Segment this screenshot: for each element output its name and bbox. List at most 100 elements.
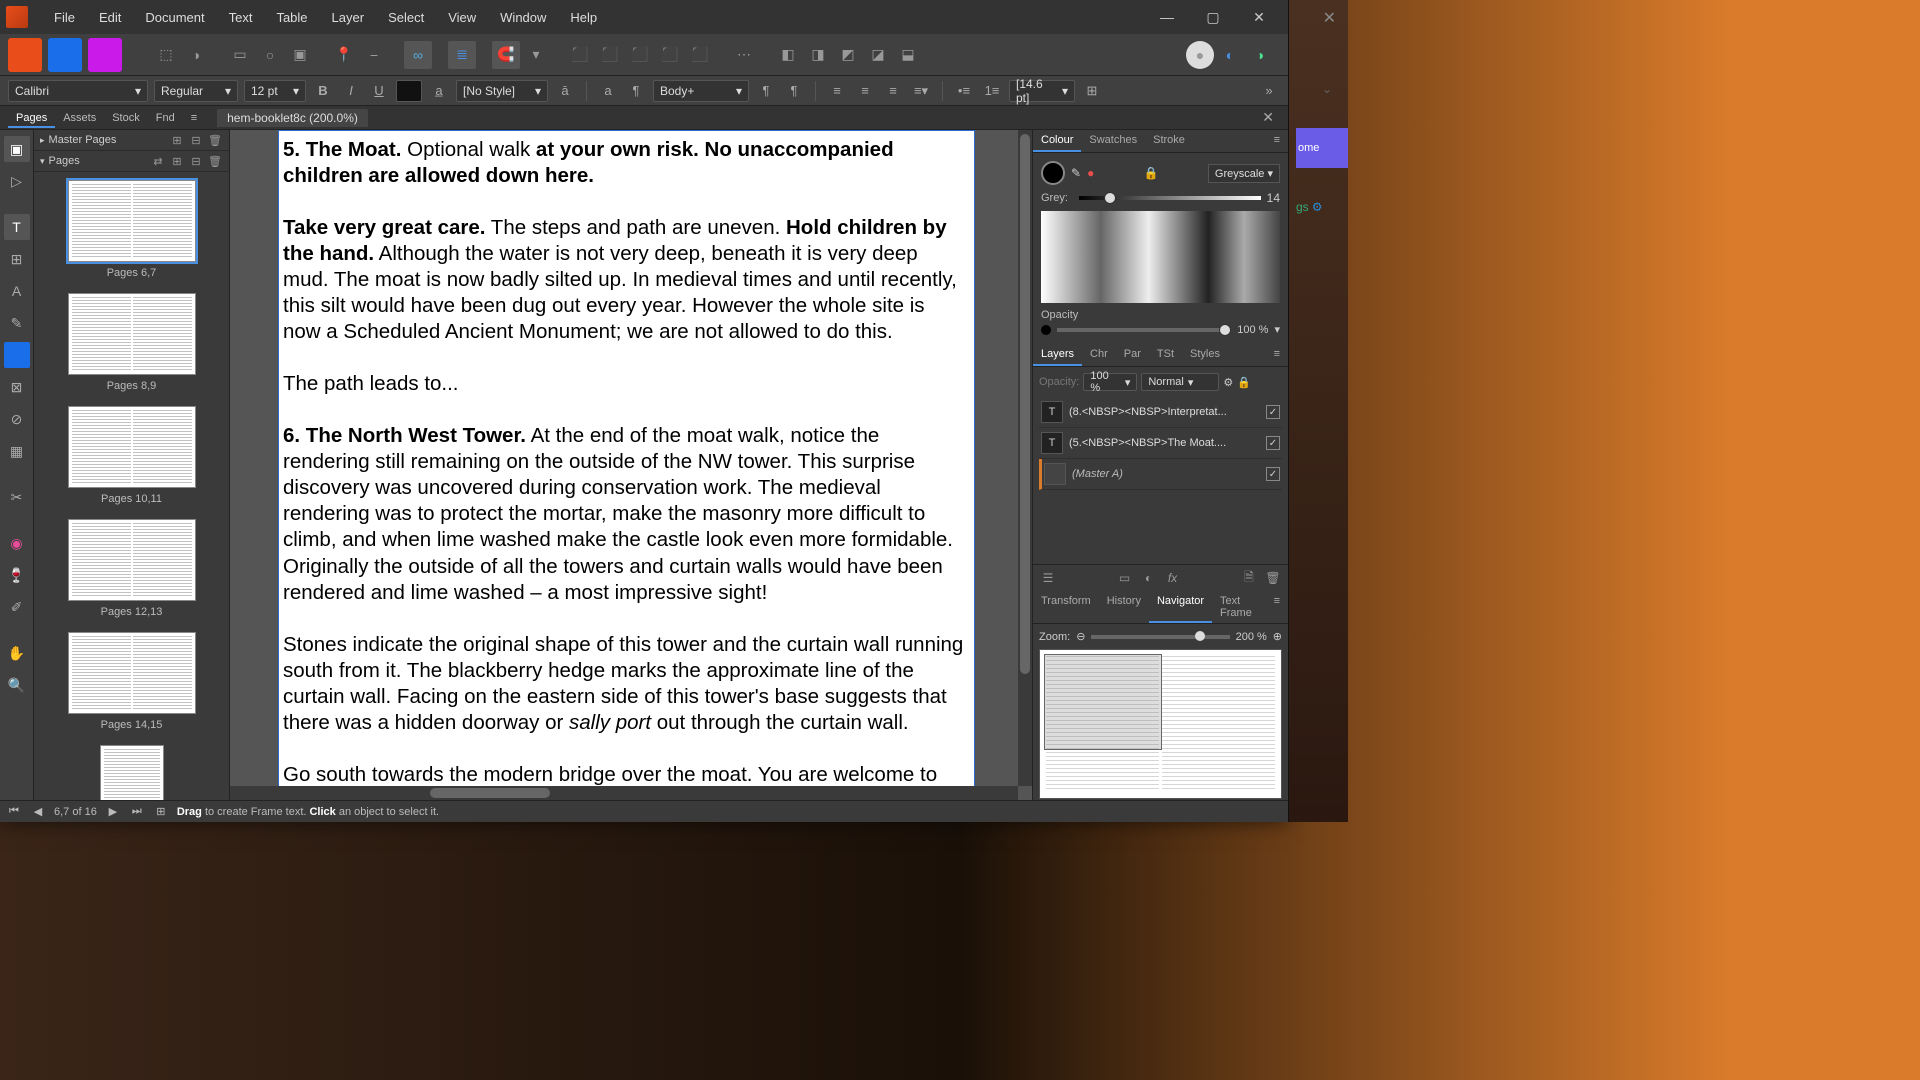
text-frame-page-6[interactable]: 5. The Moat. Optional walk at your own r… [278,130,975,786]
tab-colour[interactable]: Colour [1033,130,1081,152]
tab-paragraph[interactable]: Par [1116,344,1149,366]
page-thumb-8-9[interactable]: Pages 8,9 [40,293,223,392]
minimize-button[interactable]: — [1144,0,1190,34]
italic-icon[interactable]: I [340,80,362,102]
table-tool-icon[interactable]: ⊞ [4,246,30,272]
leading-select[interactable]: [14.6 pt]▾ [1009,80,1075,102]
layer-opacity-select[interactable]: 100 %▾ [1083,373,1137,391]
underline-icon[interactable]: U [368,80,390,102]
opacity-slider[interactable]: 100 % ▾ [1041,323,1280,336]
wrap-icon[interactable]: ○ [256,41,284,69]
spread-setup-icon[interactable]: ⇄ [150,153,166,169]
maximize-button[interactable]: ▢ [1190,0,1236,34]
edit-layers-icon[interactable]: ☰ [1039,569,1057,587]
snapping-icon[interactable]: 🧲 [492,41,520,69]
color-picker-tool-icon[interactable]: ✐ [4,594,30,620]
bleed-mode-icon[interactable]: ◑ [1246,41,1274,69]
number-list-icon[interactable]: 1≡ [981,80,1003,102]
opacity-value[interactable]: 100 % [1237,324,1268,336]
canvas[interactable]: 5. The Moat. Optional walk at your own r… [230,130,1032,800]
first-page-icon[interactable]: ⏮ [6,805,22,818]
menu-window[interactable]: Window [488,10,558,25]
layer-visible-checkbox[interactable]: ✓ [1266,405,1280,419]
menu-text[interactable]: Text [217,10,265,25]
artistic-text-tool-icon[interactable]: A [4,278,30,304]
chevron-down-icon[interactable]: ⌄ [1322,82,1332,96]
affinity-designer-icon[interactable] [48,38,82,72]
align-left-icon[interactable]: ⬛ [566,41,594,69]
arrange-back-icon[interactable]: ⬚ [152,41,180,69]
tab-styles[interactable]: Styles [1182,344,1228,366]
boolean-xor-icon[interactable]: ◪ [864,41,892,69]
master-pages-header[interactable]: ▸ Master Pages ⊞ ⊟ 🗑 [34,130,229,151]
clip-mode-icon[interactable]: ◐ [1216,41,1244,69]
page-thumb-12-13[interactable]: Pages 12,13 [40,519,223,618]
document-close-icon[interactable]: ✕ [1256,109,1280,126]
pan-tool-icon[interactable]: ✋ [4,640,30,666]
paragraph-panel-icon[interactable]: a [597,80,619,102]
arrange-forward-icon[interactable]: ◑ [182,41,210,69]
frame-text-tool-icon[interactable]: T [4,214,30,240]
menu-layer[interactable]: Layer [320,10,377,25]
typography-icon[interactable]: ā [554,80,576,102]
document-tab[interactable]: hem-booklet8c (200.0%) [217,109,368,127]
left-tab-pages[interactable]: Pages [8,108,55,128]
affinity-publisher-icon[interactable] [8,38,42,72]
layer-lock-icon[interactable]: 🔒 [1237,376,1251,389]
align-centerv-icon[interactable]: ⬛ [686,41,714,69]
font-family-select[interactable]: Calibri▾ [8,80,148,102]
page-thumb-16[interactable] [40,745,223,800]
align-right-icon[interactable]: ⬛ [626,41,654,69]
page-del-icon[interactable]: 🗑 [207,153,223,169]
prev-page-icon[interactable]: ◀ [30,805,46,818]
colour-mode-select[interactable]: Greyscale ▾ [1208,164,1280,183]
distribute-icon[interactable]: ⋯ [730,41,758,69]
place-image-tool-icon[interactable]: ⊘ [4,406,30,432]
pages-header[interactable]: ▾ Pages ⇄ ⊞ ⊟ 🗑 [34,151,229,172]
nav-panel-menu-icon[interactable]: ≡ [1266,591,1288,623]
eyedropper-icon[interactable]: ✎ [1071,166,1081,180]
master-dup-icon[interactable]: ⊟ [188,132,204,148]
align-right-text-icon[interactable]: ≡ [882,80,904,102]
affinity-photo-icon[interactable] [88,38,122,72]
fx-icon[interactable]: fx [1164,569,1182,587]
pages-toggle-icon[interactable]: ▾ [40,156,45,167]
mask-icon[interactable]: ▭ [1116,569,1134,587]
character-panel-icon[interactable]: a̲ [428,80,450,102]
paragraph-panel2-icon[interactable]: ¶ [625,80,647,102]
layer-visible-checkbox[interactable]: ✓ [1266,467,1280,481]
gear-icon[interactable]: ⚙ [1312,200,1323,214]
left-tab-find[interactable]: Fnd [148,108,183,128]
page-add-icon[interactable]: ⊞ [169,153,185,169]
baseline-grid-icon[interactable]: ≣ [448,41,476,69]
transparency-tool-icon[interactable]: 🍷 [4,562,30,588]
add-layer-icon[interactable]: 🗎 [1240,569,1258,587]
picture-frame-tool-icon[interactable]: ⊠ [4,374,30,400]
horizontal-scrollbar[interactable] [230,786,1018,800]
tab-navigator[interactable]: Navigator [1149,591,1212,623]
pen-tool-icon[interactable]: ✎ [4,310,30,336]
paragraph-style-select[interactable]: Body+▾ [653,80,749,102]
master-del-icon[interactable]: 🗑 [207,132,223,148]
align-centerh-icon[interactable]: ⬛ [596,41,624,69]
align-left-text-icon[interactable]: ≡ [826,80,848,102]
node-tool-icon[interactable]: ▷ [4,168,30,194]
show-pilcrow-right-icon[interactable]: ¶ [783,80,805,102]
second-window-close-icon[interactable]: ✕ [1323,8,1336,28]
page-thumb-10-11[interactable]: Pages 10,11 [40,406,223,505]
font-weight-select[interactable]: Regular▾ [154,80,238,102]
page-thumb-6-7[interactable]: Pages 6,7 [40,180,223,279]
menu-file[interactable]: File [42,10,87,25]
tab-text-styles[interactable]: TSt [1149,344,1182,366]
overflow-icon[interactable]: » [1258,80,1280,102]
vector-crop-tool-icon[interactable]: ▦ [4,438,30,464]
move-tool-icon[interactable]: ▣ [4,136,30,162]
left-panel-menu-icon[interactable]: ≡ [183,108,205,128]
snapping-dropdown-icon[interactable]: ▾ [522,41,550,69]
boolean-sub-icon[interactable]: ◨ [804,41,832,69]
tab-character[interactable]: Chr [1082,344,1116,366]
delete-layer-icon[interactable]: 🗑 [1264,569,1282,587]
grey-value[interactable]: 14 [1267,191,1280,205]
tab-swatches[interactable]: Swatches [1081,130,1145,152]
tab-transform[interactable]: Transform [1033,591,1099,623]
